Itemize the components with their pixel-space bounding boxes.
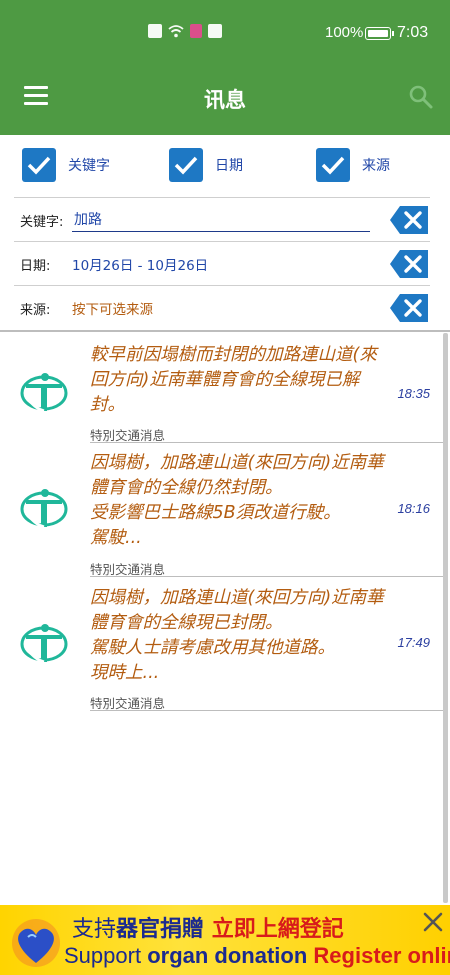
battery-icon <box>365 27 394 40</box>
checkbox-label: 关键字 <box>68 158 110 174</box>
banner-en-cta: Register online! <box>313 943 450 968</box>
source-select-value[interactable]: 按下可选来源 <box>72 298 153 318</box>
list-scrollbar[interactable] <box>443 333 448 903</box>
organ-donation-ad-banner[interactable]: 支持器官捐贈 立即上網登記 Support organ donation Reg… <box>0 905 450 975</box>
heart-icon <box>12 919 60 967</box>
banner-en-main: organ donation <box>147 943 308 968</box>
app-header: 100% 7:03 讯息 <box>0 0 450 135</box>
transport-department-logo-icon <box>20 373 68 413</box>
banner-chinese-text: 支持器官捐贈 立即上網登記 <box>72 911 344 943</box>
alert-icon <box>148 24 162 38</box>
checkmark-icon <box>169 148 203 182</box>
banner-en-prefix: Support <box>64 943 142 968</box>
status-bar: 100% 7:03 <box>0 22 450 46</box>
banner-zh-main: 器官捐贈 <box>116 917 205 942</box>
checkbox-date[interactable]: 日期 <box>169 148 243 182</box>
checkbox-source[interactable]: 来源 <box>316 148 390 182</box>
banner-english-text: Support organ donation Register online! <box>64 943 450 969</box>
battery-percent: 100% <box>325 24 364 41</box>
checkbox-label: 来源 <box>362 158 390 174</box>
filter-checkboxes: 关键字 日期 来源 <box>0 148 450 188</box>
checkbox-label: 日期 <box>215 158 243 174</box>
transport-department-logo-icon <box>20 489 68 529</box>
app-notification-icon <box>190 24 202 38</box>
checkmark-icon <box>316 148 350 182</box>
source-label: 来源: <box>20 303 51 318</box>
source-filter-row[interactable]: 来源: 按下可选来源 <box>14 285 430 329</box>
checkmark-icon <box>22 148 56 182</box>
message-text: 因塌樹，加路連山道(來回方向)近南華體育會的全線仍然封閉。 受影響巴士路線5B須… <box>90 453 384 548</box>
list-item[interactable]: 較早前因塌樹而封閉的加路連山道(來回方向)近南華體育會的全線現已解封。 18:3… <box>0 341 445 443</box>
cast-icon <box>208 24 222 38</box>
page-title: 讯息 <box>204 88 246 112</box>
close-ad-icon[interactable] <box>422 911 444 933</box>
clear-keyword-button[interactable] <box>390 204 430 236</box>
keyword-filter-row: 关键字: <box>14 197 430 241</box>
transport-department-logo-icon <box>20 624 68 664</box>
banner-zh-prefix: 支持 <box>72 917 117 942</box>
list-separator <box>0 330 450 332</box>
message-time: 17:49 <box>397 635 430 650</box>
date-range-value[interactable]: 10月26日 - 10月26日 <box>72 254 208 274</box>
list-item[interactable]: 因塌樹，加路連山道(來回方向)近南華體育會的全線現已封閉。 駕駛人士請考慮改用其… <box>0 578 445 711</box>
message-time: 18:16 <box>397 501 430 516</box>
search-icon[interactable] <box>408 84 434 110</box>
clock: 7:03 <box>397 24 429 41</box>
keyword-label: 关键字: <box>20 215 64 230</box>
keyword-input[interactable] <box>72 206 370 232</box>
date-filter-row[interactable]: 日期: 10月26日 - 10月26日 <box>14 241 430 285</box>
checkbox-keyword[interactable]: 关键字 <box>22 148 110 182</box>
clear-date-button[interactable] <box>390 248 430 280</box>
item-divider <box>90 710 445 711</box>
message-text: 較早前因塌樹而封閉的加路連山道(來回方向)近南華體育會的全線現已解封。 <box>90 345 377 415</box>
status-icons <box>148 24 222 38</box>
list-item[interactable]: 因塌樹，加路連山道(來回方向)近南華體育會的全線仍然封閉。 受影響巴士路線5B須… <box>0 443 445 577</box>
item-divider <box>90 576 445 577</box>
date-label: 日期: <box>20 259 51 274</box>
message-text: 因塌樹，加路連山道(來回方向)近南華體育會的全線現已封閉。 駕駛人士請考慮改用其… <box>90 588 384 683</box>
banner-zh-cta: 立即上網登記 <box>211 917 344 942</box>
message-time: 18:35 <box>397 386 430 401</box>
clear-source-button[interactable] <box>390 292 430 324</box>
wifi-icon <box>168 25 184 38</box>
